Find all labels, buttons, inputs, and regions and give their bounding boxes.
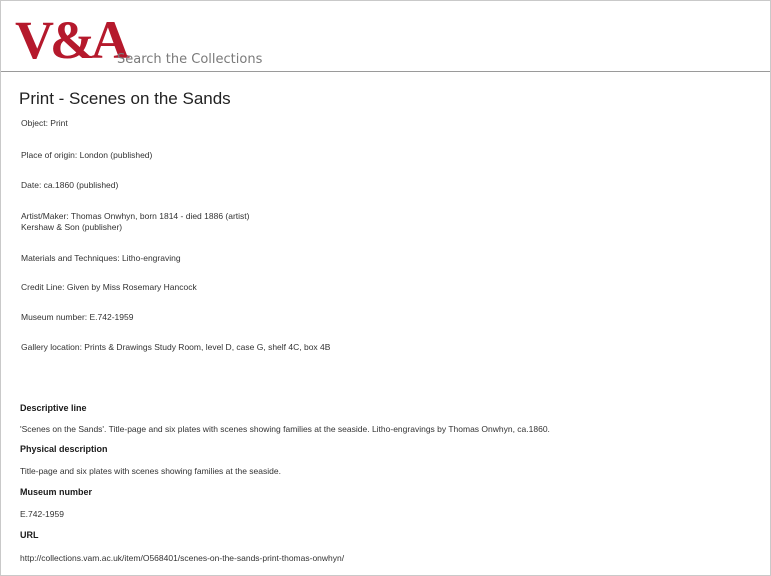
descriptive-line-heading: Descriptive line	[20, 403, 87, 413]
museum-number-field: Museum number: E.742-1959	[21, 312, 134, 322]
physical-description-text: Title-page and six plates with scenes sh…	[20, 466, 281, 476]
artist-maker-field: Artist/Maker: Thomas Onwhyn, born 1814 -…	[21, 211, 250, 221]
url-link[interactable]: http://collections.vam.ac.uk/item/O56840…	[20, 553, 344, 563]
physical-description-heading: Physical description	[20, 444, 108, 454]
publisher-field: Kershaw & Son (publisher)	[21, 222, 123, 232]
search-collections-label[interactable]: Search the Collections	[117, 52, 262, 67]
date-field: Date: ca.1860 (published)	[21, 180, 119, 190]
gallery-location-field: Gallery location: Prints & Drawings Stud…	[21, 342, 331, 352]
museum-number-heading: Museum number	[20, 487, 93, 497]
vam-logo[interactable]: V&A	[15, 11, 130, 69]
descriptive-line-text: 'Scenes on the Sands'. Title-page and si…	[20, 424, 550, 434]
object-field: Object: Print	[21, 118, 68, 128]
url-heading: URL	[20, 530, 39, 540]
page-frame: V&A Search the Collections Print - Scene…	[0, 0, 771, 576]
site-header: V&A Search the Collections	[1, 1, 770, 72]
museum-number-text: E.742-1959	[20, 509, 64, 519]
place-of-origin-field: Place of origin: London (published)	[21, 150, 153, 160]
page-title: Print - Scenes on the Sands	[19, 89, 231, 108]
credit-line-field: Credit Line: Given by Miss Rosemary Hanc…	[21, 282, 197, 292]
materials-field: Materials and Techniques: Litho-engravin…	[21, 253, 181, 263]
